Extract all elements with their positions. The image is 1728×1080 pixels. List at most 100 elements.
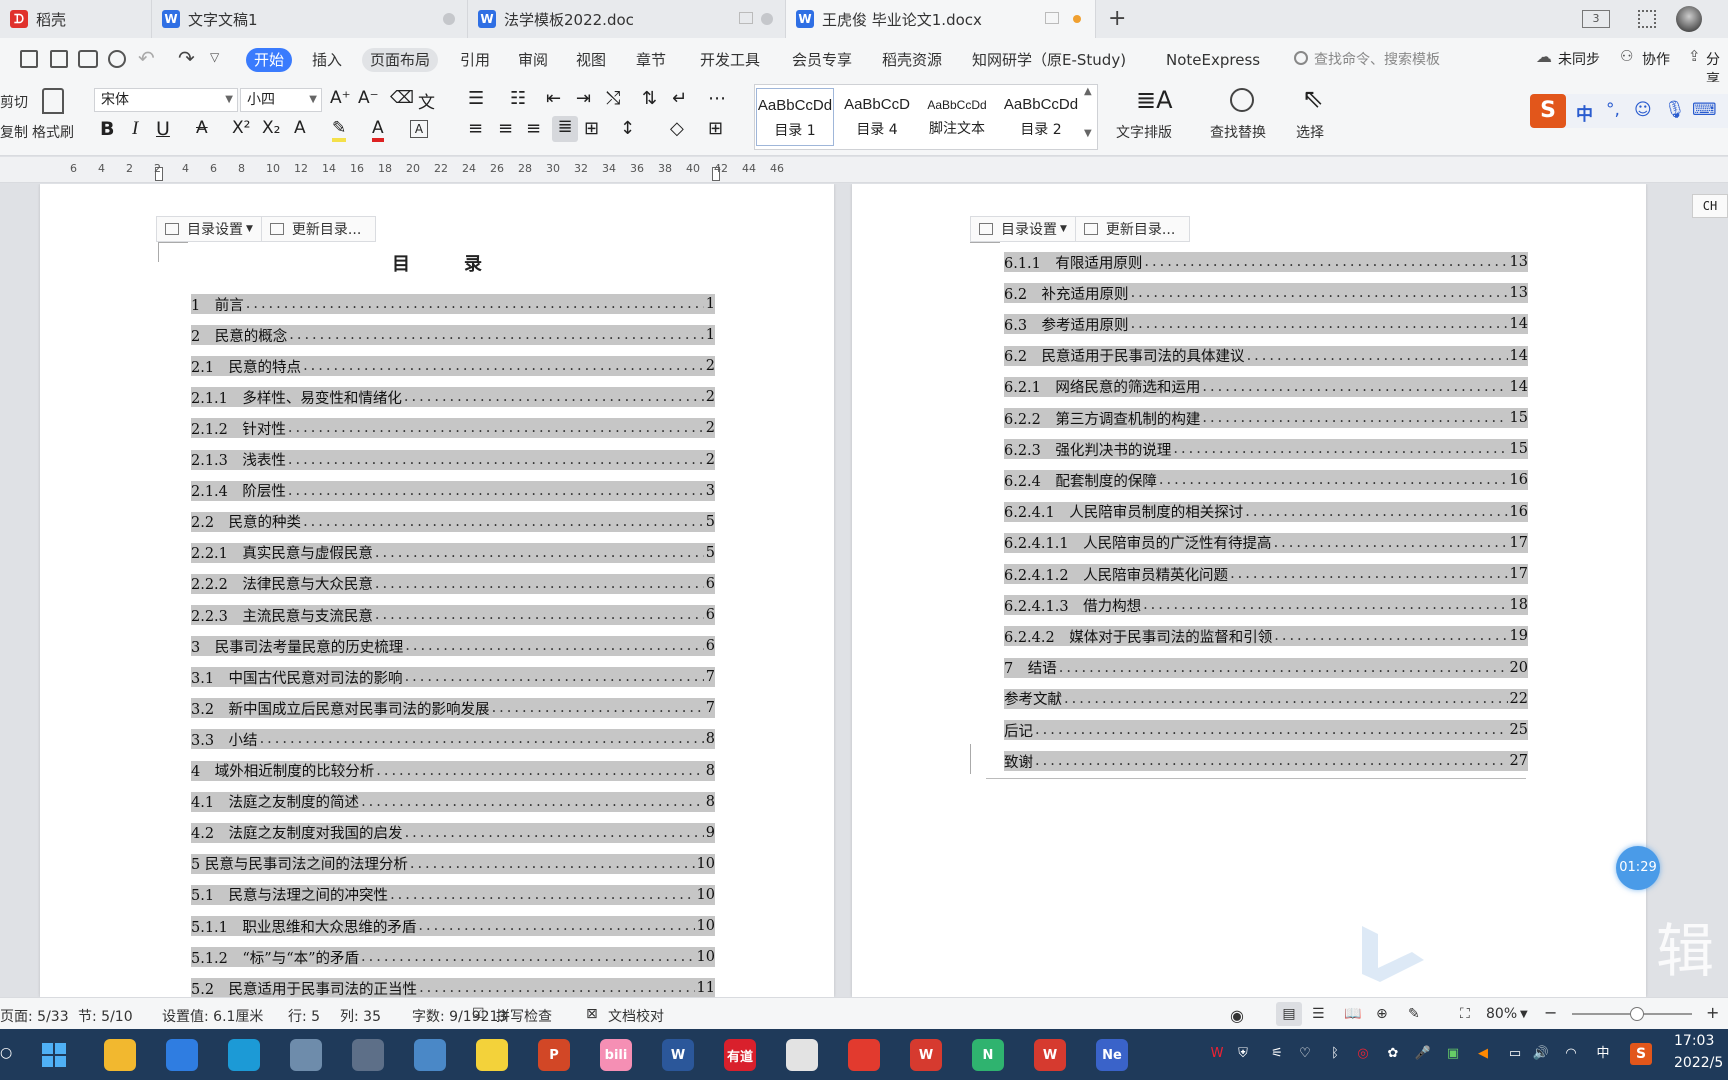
toc-entry[interactable]: 4.1 法庭之友制度的简述 8 <box>191 791 715 812</box>
toc-settings-button[interactable]: 目录设置 ▼ <box>971 217 1075 241</box>
font-family-select[interactable]: 宋体 ▼ <box>94 88 238 112</box>
format-painter-button[interactable]: 格式刷 <box>32 122 74 142</box>
tab-thesis[interactable]: W 王虎俊 毕业论文1.docx <box>786 0 1096 38</box>
toc-entry[interactable]: 5 民意与民事司法之间的法理分析 10 <box>191 853 715 874</box>
shrink-font-icon[interactable]: A⁻ <box>358 88 379 108</box>
shield-icon[interactable]: ⛨ <box>1234 1045 1252 1063</box>
menu-view[interactable]: 视图 <box>568 48 614 72</box>
toc-entry[interactable]: 参考文献 22 <box>1004 688 1528 709</box>
toc-entry[interactable]: 2.2.1 真实民意与虚假民意 5 <box>191 542 715 563</box>
keyboard-icon[interactable]: ⌨ <box>1692 100 1717 120</box>
toc-entry[interactable]: 1 前言 1 <box>191 294 715 314</box>
status-word-count[interactable]: 字数: 9/19213 <box>412 1006 507 1026</box>
mic-icon[interactable]: 🎤 <box>1414 1045 1432 1063</box>
toc-entry[interactable]: 6.2 补充适用原则 13 <box>1004 283 1528 304</box>
emoji-icon[interactable]: ☺ <box>1634 100 1652 120</box>
toc-update-button[interactable]: 更新目录... <box>1074 217 1183 241</box>
gallery-scroll-up-icon[interactable]: ▲ <box>1084 86 1092 97</box>
toc-entry[interactable]: 6.2.4.1 人民陪审员制度的相关探讨 16 <box>1004 501 1528 522</box>
sogou-tray-icon[interactable]: S <box>1630 1043 1652 1065</box>
toc-entry[interactable]: 2.1.2 针对性 2 <box>191 418 715 439</box>
tab-stops-icon[interactable]: ⋯ <box>708 88 726 109</box>
highlight-icon[interactable]: ✎ <box>332 118 347 142</box>
file-icon[interactable] <box>20 50 38 68</box>
menu-references[interactable]: 引用 <box>452 48 498 72</box>
zoom-in-icon[interactable]: + <box>1706 1003 1719 1022</box>
decrease-indent-icon[interactable]: ⇤ <box>546 88 561 109</box>
recording-timer[interactable]: 01:29 <box>1616 846 1660 890</box>
toc-entry[interactable]: 后记 25 <box>1004 720 1528 740</box>
save-as-icon[interactable] <box>50 50 68 68</box>
noteexpress-icon[interactable]: Ne <box>1096 1039 1128 1071</box>
read-view-icon[interactable]: 📖 <box>1344 1006 1361 1022</box>
menu-home[interactable]: 开始 <box>246 48 293 72</box>
toc-entry[interactable]: 3.3 小结 8 <box>191 729 715 750</box>
italic-icon[interactable]: I <box>132 118 138 140</box>
superscript-icon[interactable]: X² <box>232 118 250 138</box>
sticky-notes-icon[interactable] <box>476 1039 508 1071</box>
toc-entry[interactable]: 2.2.2 法律民意与大众民意 6 <box>191 573 715 594</box>
horizontal-ruler[interactable]: 6 4 2 2 4 6 8 10 12 14 16 18 20 22 24 26 28 30 32 34 36 38 40 4… <box>0 157 1728 183</box>
toc-update-button[interactable]: 更新目录... <box>260 217 369 241</box>
edge-icon[interactable] <box>228 1039 260 1071</box>
menu-member[interactable]: 会员专享 <box>784 48 860 72</box>
cut-button[interactable]: 剪切 <box>0 92 28 112</box>
menu-daoke-resources[interactable]: 稻壳资源 <box>874 48 950 72</box>
avatar[interactable] <box>1676 6 1702 32</box>
toc-entry[interactable]: 6.2.4 配套制度的保障 16 <box>1004 470 1528 491</box>
redo-icon[interactable]: ↷ <box>178 46 195 70</box>
spellcheck-button[interactable]: 拼写检查 <box>496 1006 552 1026</box>
new-tab-button[interactable]: + <box>1108 6 1126 31</box>
char-border-icon[interactable]: A <box>410 120 428 138</box>
print-preview-icon[interactable] <box>108 50 126 68</box>
sort-icon[interactable]: ⇅ <box>642 88 657 109</box>
clear-format-icon[interactable]: ⌫ <box>390 88 414 108</box>
powerpoint-icon[interactable]: P <box>538 1039 570 1071</box>
close-icon[interactable] <box>761 13 773 25</box>
subscript-icon[interactable]: X₂ <box>262 118 280 138</box>
toc-entry[interactable]: 3.2 新中国成立后民意对民事司法的影响发展 7 <box>191 698 715 719</box>
toc-entry[interactable]: 6.2.4.2 媒体对于民事司法的监督和引领 19 <box>1004 626 1528 647</box>
undo-icon[interactable]: ↶ <box>138 46 155 70</box>
toc-entry[interactable]: 6.2.1 网络民意的筛选和运用 14 <box>1004 376 1528 397</box>
shading-icon[interactable]: ◇ <box>670 118 684 139</box>
grow-font-icon[interactable]: A⁺ <box>330 88 351 108</box>
align-left-icon[interactable]: ≡ <box>468 118 483 139</box>
outline-view-icon[interactable]: ☰ <box>1312 1006 1325 1022</box>
toc-entry[interactable]: 4.2 法庭之友制度对我国的启发 9 <box>191 822 715 843</box>
toc-entry[interactable]: 6.2.2 第三方调查机制的构建 15 <box>1004 408 1528 428</box>
bold-icon[interactable]: B <box>100 118 114 140</box>
tab-law-template[interactable]: W 法学模板2022.doc <box>468 0 786 38</box>
page-view-icon[interactable]: ▤ <box>1276 1002 1302 1026</box>
font-color-icon[interactable]: A <box>372 118 384 142</box>
menu-page-layout[interactable]: 页面布局 <box>362 48 439 72</box>
speaker-icon[interactable]: 🔊 <box>1532 1045 1550 1063</box>
zoom-slider-handle[interactable] <box>1630 1007 1644 1021</box>
app-5-icon[interactable] <box>352 1039 384 1071</box>
start-button[interactable] <box>42 1043 66 1067</box>
toc-settings-button[interactable]: 目录设置 ▼ <box>157 217 261 241</box>
close-icon[interactable] <box>443 13 455 25</box>
toc-entry[interactable]: 2.1.1 多样性、易变性和情绪化 2 <box>191 387 715 408</box>
toc-entry[interactable]: 5.1.2 “标”与“本”的矛盾 10 <box>191 947 715 968</box>
chevron-down-icon[interactable]: ▼ <box>1520 1009 1528 1020</box>
search-icon[interactable]: ○ <box>0 1045 12 1061</box>
strikethrough-icon[interactable]: A <box>196 118 208 138</box>
wps-writer-icon[interactable]: W <box>1034 1039 1066 1071</box>
toc-entry[interactable]: 6.2.4.1.3 借力构想 18 <box>1004 595 1528 616</box>
toc-entry[interactable]: 6.3 参考适用原则 14 <box>1004 314 1528 335</box>
borders-icon[interactable]: ⊞ <box>708 118 723 139</box>
menu-developer[interactable]: 开发工具 <box>692 48 768 72</box>
bluetooth-icon[interactable]: ᛒ <box>1326 1045 1344 1063</box>
security-icon[interactable]: ♡ <box>1296 1045 1314 1063</box>
find-replace-button[interactable]: 查找替换 <box>1210 122 1266 142</box>
justify-icon[interactable]: ≣ <box>552 116 578 142</box>
gallery-more-icon[interactable]: ▼ <box>1084 128 1092 139</box>
tab-document-1[interactable]: W 文字文稿1 <box>152 0 468 38</box>
fit-page-icon[interactable]: ⛶ <box>1460 1006 1470 1022</box>
line-spacing-icon[interactable]: ↕ <box>620 118 635 139</box>
increase-indent-icon[interactable]: ⇥ <box>576 88 591 109</box>
network-tray-icon[interactable]: ⚟ <box>1268 1045 1286 1063</box>
toc-entry[interactable]: 5.1 民意与法理之间的冲突性 10 <box>191 884 715 905</box>
menu-chapter[interactable]: 章节 <box>628 48 674 72</box>
